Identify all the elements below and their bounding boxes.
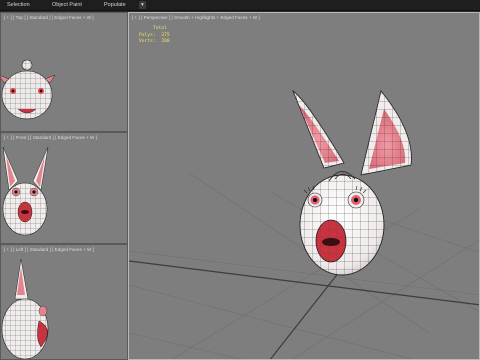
ribbon-tab-object-paint[interactable]: Object Paint bbox=[52, 1, 82, 9]
viewport-left[interactable]: [ + ] [ Left ] [ Standard ] [ Edged Face… bbox=[0, 244, 128, 360]
viewport-top-label[interactable]: [ + ] [ Top ] [ Standard ] [ Edged Faces… bbox=[4, 15, 94, 20]
scene-statistics: Total Polys: 375 Verts: 208 bbox=[139, 26, 170, 46]
viewport-front[interactable]: [ + ] [ Front ] [ Standard ] [ Edged Fac… bbox=[0, 132, 128, 244]
perspective-scene bbox=[129, 89, 479, 359]
ribbon-options-dropdown[interactable]: ▾ bbox=[139, 1, 146, 9]
bunny-head bbox=[299, 174, 385, 276]
ribbon-tab-populate[interactable]: Populate bbox=[104, 1, 126, 9]
front-view-model bbox=[2, 146, 49, 236]
bunny-ear-left bbox=[292, 89, 345, 169]
perspective-grid bbox=[129, 172, 479, 359]
ribbon-tab-selection[interactable]: Selection bbox=[7, 1, 30, 9]
viewport-top[interactable]: [ + ] [ Top ] [ Standard ] [ Edged Faces… bbox=[0, 12, 128, 132]
viewport-front-label[interactable]: [ + ] [ Front ] [ Standard ] [ Edged Fac… bbox=[4, 135, 97, 140]
viewport-left-label[interactable]: [ + ] [ Left ] [ Standard ] [ Edged Face… bbox=[4, 247, 94, 252]
bunny-mouth bbox=[315, 219, 347, 263]
command-ribbon: Selection Object Paint Populate ▾ bbox=[0, 0, 480, 11]
viewport-perspective[interactable]: [ + ] [ Perspective ] [ Smooth + Highlig… bbox=[128, 12, 480, 360]
stats-verts-value: 208 bbox=[161, 39, 170, 44]
stats-verts-label: Verts: bbox=[139, 39, 156, 44]
bunny-ear-right bbox=[360, 90, 412, 176]
left-view-model bbox=[1, 258, 49, 359]
top-view-model bbox=[1, 59, 56, 120]
grid-axis-x bbox=[129, 260, 479, 306]
viewport-perspective-label[interactable]: [ + ] [ Perspective ] [ Smooth + Highlig… bbox=[132, 15, 260, 20]
